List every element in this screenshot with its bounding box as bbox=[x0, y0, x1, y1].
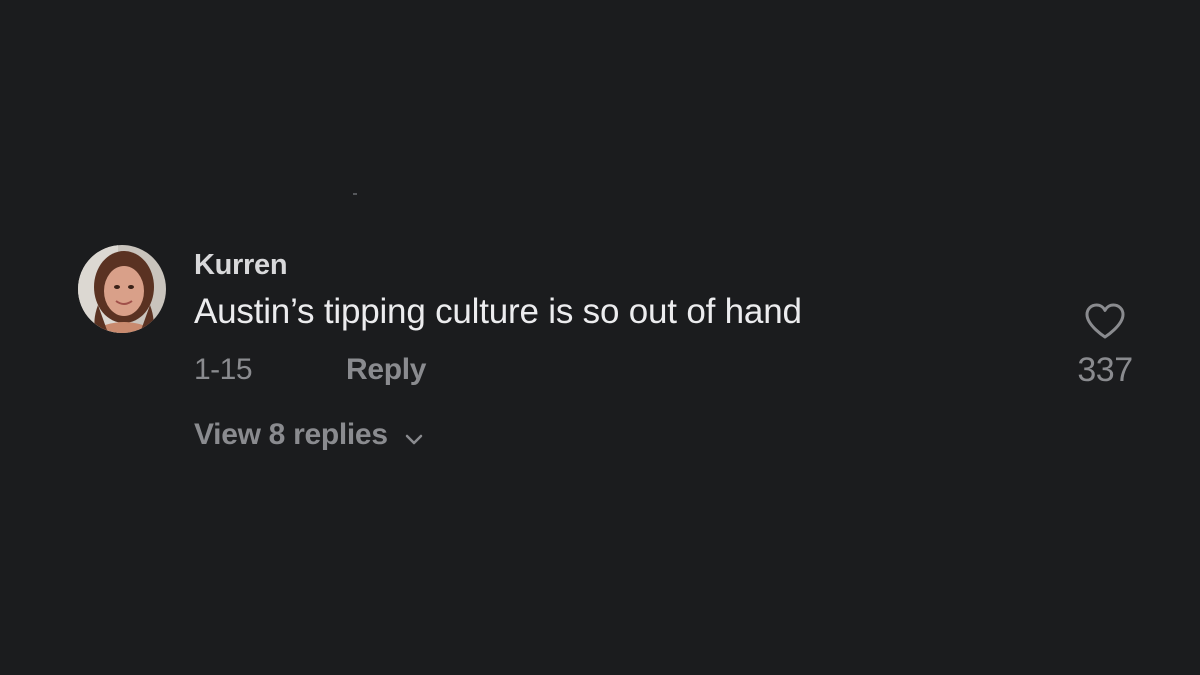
comment-date: 1-15 bbox=[194, 353, 253, 386]
comment-text: Austin’s tipping culture is so out of ha… bbox=[194, 292, 802, 331]
heart-outline-icon bbox=[1085, 303, 1125, 339]
like-count: 337 bbox=[1077, 351, 1133, 389]
avatar[interactable] bbox=[78, 245, 166, 333]
comment-username[interactable]: Kurren bbox=[194, 249, 288, 282]
like-button[interactable] bbox=[1084, 302, 1126, 340]
view-replies-button[interactable]: View 8 replies bbox=[194, 415, 424, 455]
comment-screen: Kurren Austin’s tipping culture is so ou… bbox=[0, 0, 1200, 675]
chevron-down-icon bbox=[404, 421, 424, 455]
reply-button[interactable]: Reply bbox=[346, 353, 427, 387]
divider-mark bbox=[353, 193, 357, 195]
view-replies-label: View 8 replies bbox=[194, 418, 388, 451]
avatar-photo bbox=[78, 245, 166, 333]
